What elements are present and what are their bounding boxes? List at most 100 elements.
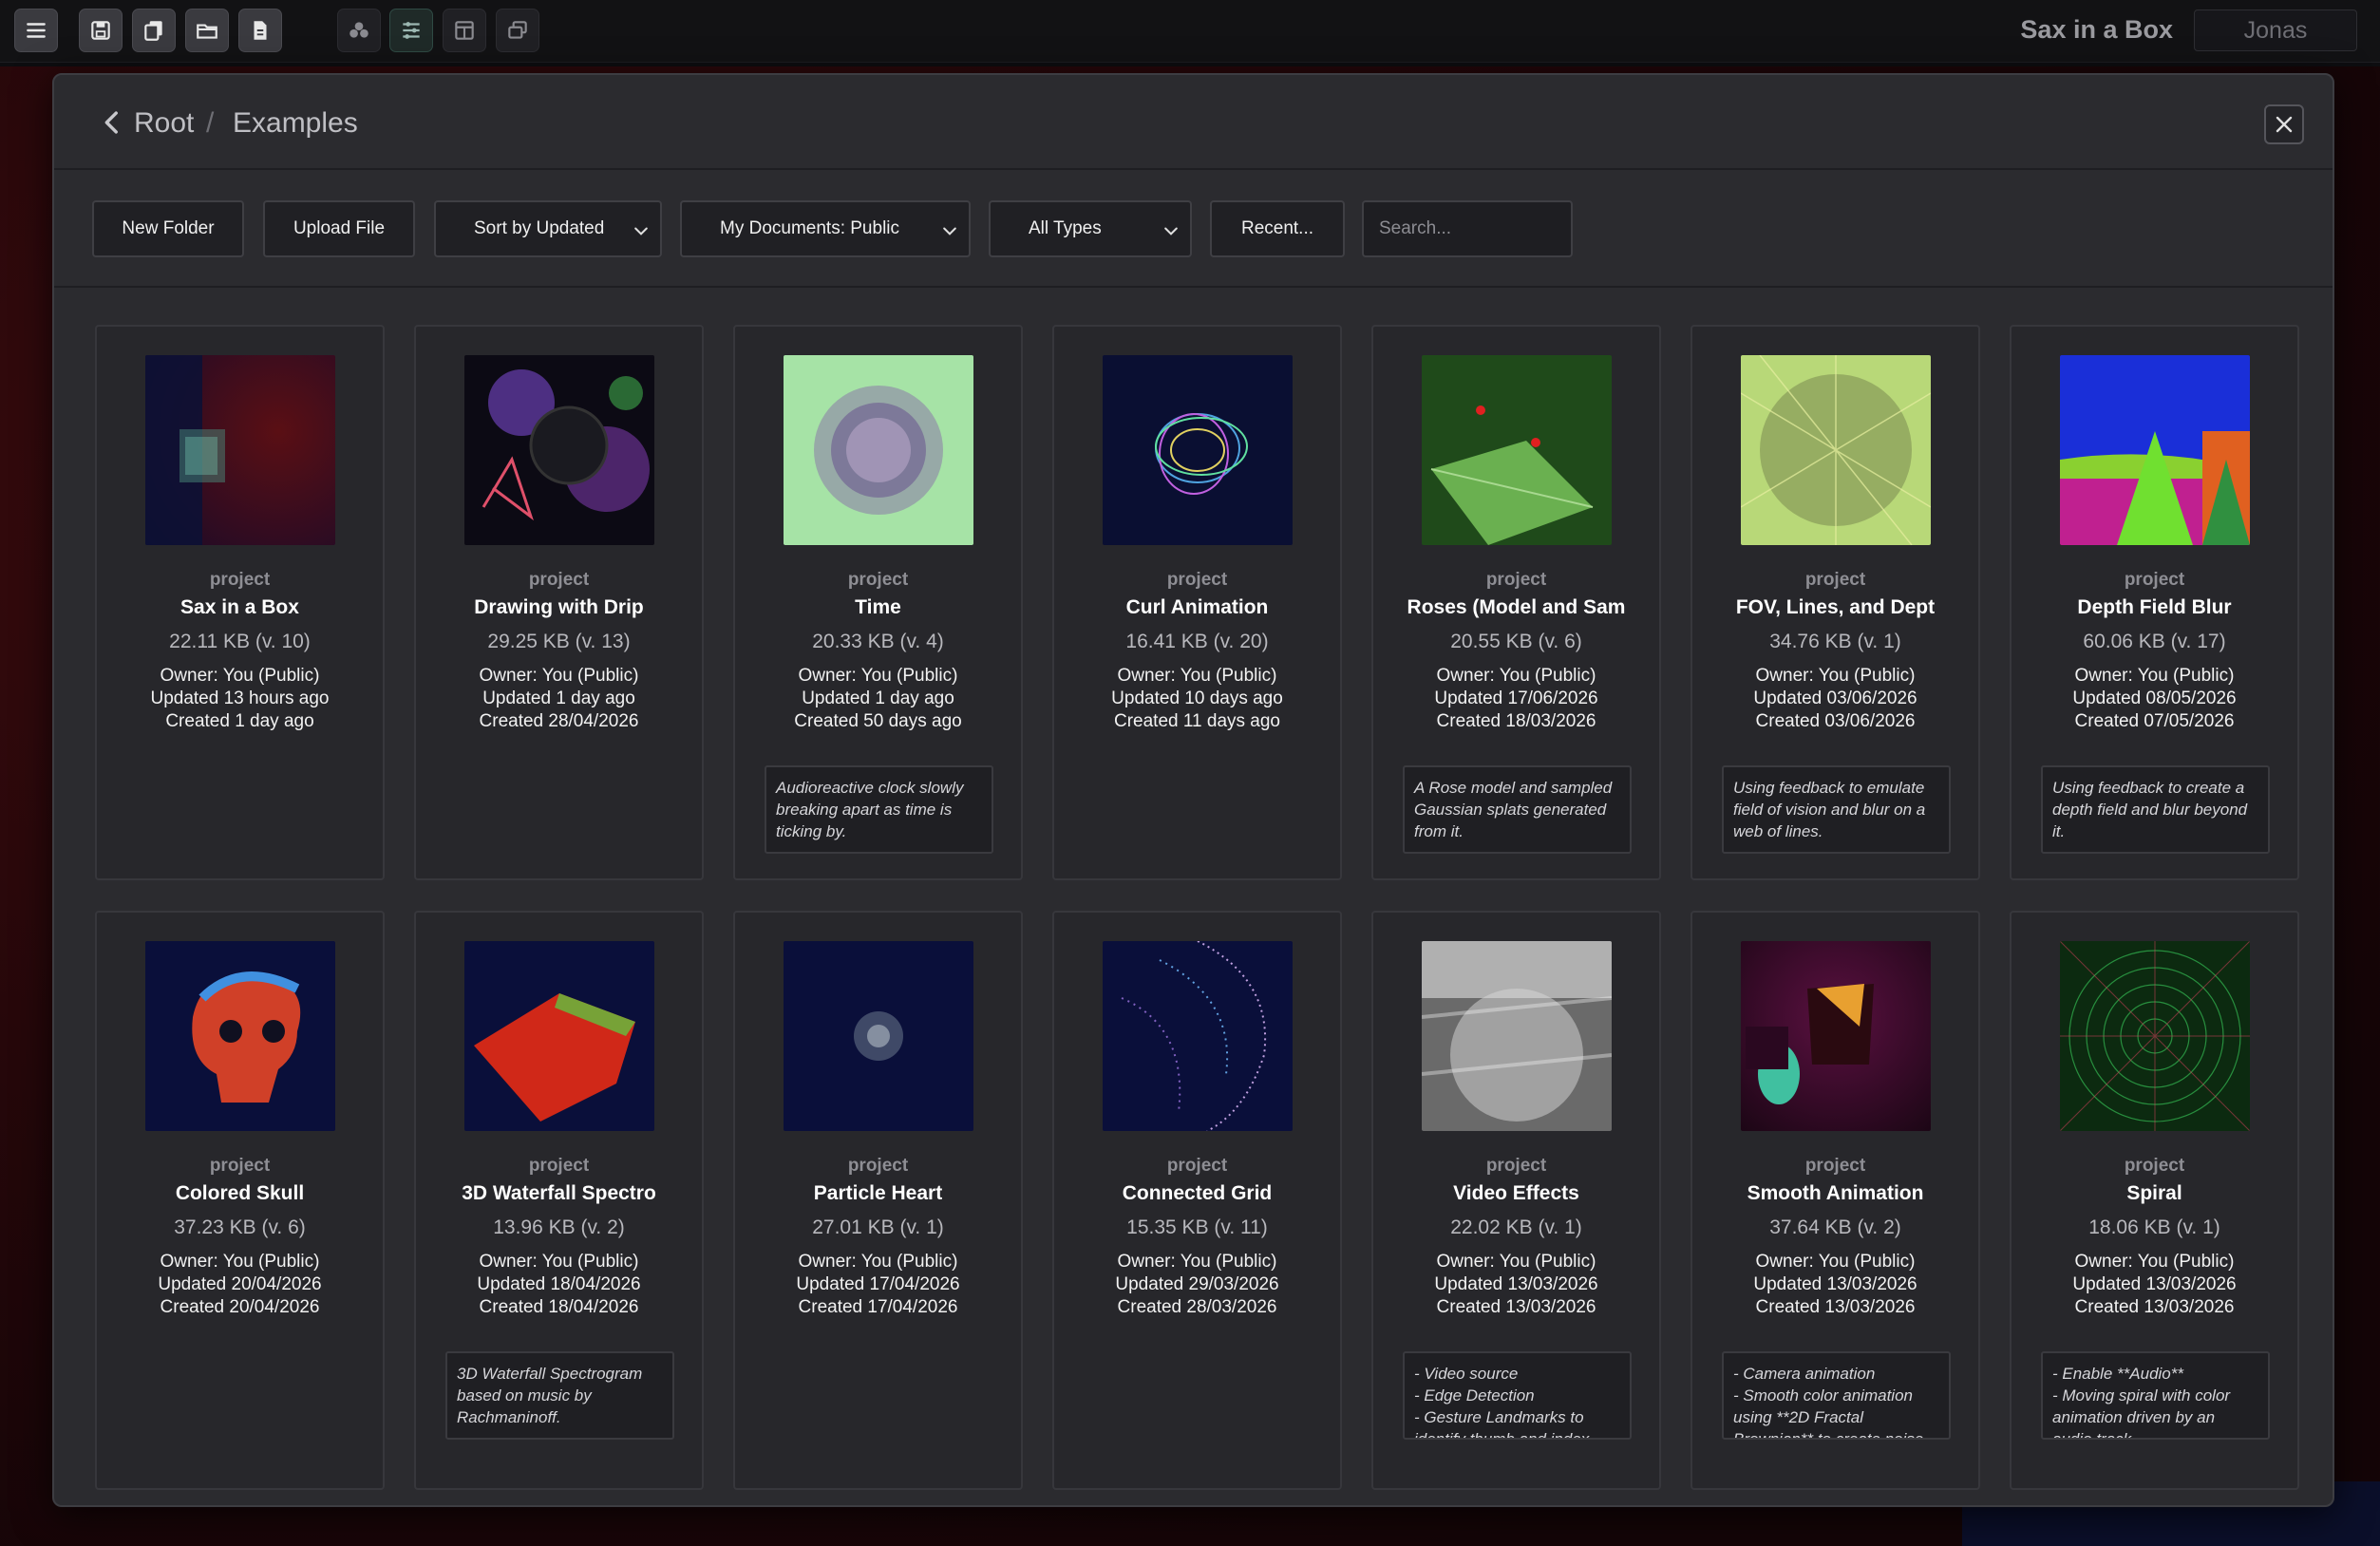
- project-type: project: [1485, 570, 1547, 590]
- document-icon[interactable]: [238, 9, 282, 52]
- project-created: Created 18/04/2026: [479, 1297, 639, 1317]
- project-updated: Updated 29/03/2026: [1115, 1274, 1279, 1294]
- app-title: Sax in a Box: [2020, 15, 2173, 44]
- project-card-11[interactable]: project Connected Grid 15.35 KB (v. 11) …: [1052, 911, 1342, 1490]
- project-size: 22.11 KB (v. 10): [169, 631, 311, 652]
- project-type: project: [2124, 1156, 2185, 1176]
- project-card-6[interactable]: project FOV, Lines, and Dept 34.76 KB (v…: [1691, 325, 1980, 880]
- type-select-label: All Types: [1029, 218, 1102, 238]
- project-thumbnail[interactable]: [1422, 941, 1612, 1131]
- project-name: Roses (Model and Sam: [1407, 596, 1626, 618]
- project-size: 60.06 KB (v. 17): [2083, 631, 2226, 652]
- project-owner: Owner: You (Public): [479, 666, 639, 686]
- chevron-down-icon: [634, 227, 648, 236]
- top-toolbar: Sax in a Box Jonas: [0, 0, 2380, 63]
- chevron-left-icon[interactable]: [96, 106, 128, 139]
- project-name: Connected Grid: [1122, 1182, 1273, 1204]
- project-thumbnail[interactable]: [784, 941, 973, 1131]
- scope-select[interactable]: My Documents: Public: [680, 200, 971, 257]
- user-name[interactable]: Jonas: [2194, 9, 2357, 51]
- project-thumbnail[interactable]: [1741, 941, 1931, 1131]
- project-size: 37.64 KB (v. 2): [1769, 1216, 1901, 1238]
- project-created: Created 03/06/2026: [1755, 711, 1916, 731]
- project-owner: Owner: You (Public): [1755, 666, 1916, 686]
- project-meta: Owner: You (Public) Updated 29/03/2026 C…: [1054, 1251, 1340, 1319]
- project-created: Created 11 days ago: [1114, 711, 1280, 731]
- project-type: project: [528, 570, 590, 590]
- project-size: 27.01 KB (v. 1): [812, 1216, 944, 1238]
- project-type: project: [2124, 570, 2185, 590]
- project-updated: Updated 13 hours ago: [150, 688, 330, 708]
- copy-icon[interactable]: [132, 9, 176, 52]
- folder-open-icon[interactable]: [185, 9, 229, 52]
- project-type: project: [847, 570, 909, 590]
- windows-icon[interactable]: [496, 9, 539, 52]
- project-card-12[interactable]: project Video Effects 22.02 KB (v. 1) Ow…: [1371, 911, 1661, 1490]
- project-thumbnail[interactable]: [1422, 355, 1612, 545]
- project-thumbnail[interactable]: [145, 355, 335, 545]
- project-card-5[interactable]: project Roses (Model and Sam 20.55 KB (v…: [1371, 325, 1661, 880]
- project-card-7[interactable]: project Depth Field Blur 60.06 KB (v. 17…: [2010, 325, 2299, 880]
- project-thumbnail[interactable]: [2060, 941, 2250, 1131]
- project-card-1[interactable]: project Sax in a Box 22.11 KB (v. 10) Ow…: [95, 325, 385, 880]
- project-updated: Updated 1 day ago: [802, 688, 954, 708]
- project-type: project: [209, 570, 271, 590]
- project-updated: Updated 13/03/2026: [1434, 1274, 1598, 1294]
- type-select[interactable]: All Types: [989, 200, 1192, 257]
- project-owner: Owner: You (Public): [798, 666, 958, 686]
- project-thumbnail[interactable]: [784, 355, 973, 545]
- project-card-2[interactable]: project Drawing with Drip 29.25 KB (v. 1…: [414, 325, 704, 880]
- project-owner: Owner: You (Public): [1436, 1252, 1596, 1272]
- project-card-13[interactable]: project Smooth Animation 37.64 KB (v. 2)…: [1691, 911, 1980, 1490]
- search-input[interactable]: [1362, 200, 1573, 257]
- project-card-4[interactable]: project Curl Animation 16.41 KB (v. 20) …: [1052, 325, 1342, 880]
- save-icon[interactable]: [79, 9, 123, 52]
- project-card-8[interactable]: project Colored Skull 37.23 KB (v. 6) Ow…: [95, 911, 385, 1490]
- sliders-icon[interactable]: [389, 9, 433, 52]
- project-card-9[interactable]: project 3D Waterfall Spectro 13.96 KB (v…: [414, 911, 704, 1490]
- recent-button[interactable]: Recent...: [1210, 200, 1345, 257]
- project-name: Particle Heart: [813, 1182, 943, 1204]
- project-owner: Owner: You (Public): [1436, 666, 1596, 686]
- project-thumbnail[interactable]: [2060, 355, 2250, 545]
- project-thumbnail[interactable]: [1741, 355, 1931, 545]
- project-meta: Owner: You (Public) Updated 13/03/2026 C…: [1692, 1251, 1978, 1319]
- project-meta: Owner: You (Public) Updated 08/05/2026 C…: [2012, 665, 2297, 733]
- shapes-icon[interactable]: [337, 9, 381, 52]
- new-folder-button[interactable]: New Folder: [92, 200, 244, 257]
- project-thumbnail[interactable]: [464, 941, 654, 1131]
- project-card-10[interactable]: project Particle Heart 27.01 KB (v. 1) O…: [733, 911, 1023, 1490]
- close-button[interactable]: [2264, 104, 2304, 144]
- chevron-down-icon: [1164, 227, 1178, 236]
- project-size: 18.06 KB (v. 1): [2088, 1216, 2220, 1238]
- project-description: - Camera animation - Smooth color animat…: [1722, 1351, 1951, 1440]
- project-created: Created 07/05/2026: [2074, 711, 2235, 731]
- project-size: 20.33 KB (v. 4): [812, 631, 944, 652]
- layout-icon[interactable]: [443, 9, 486, 52]
- project-meta: Owner: You (Public) Updated 03/06/2026 C…: [1692, 665, 1978, 733]
- upload-file-button[interactable]: Upload File: [263, 200, 415, 257]
- project-description: Using feedback to create a depth field a…: [2041, 765, 2270, 854]
- breadcrumb-root[interactable]: Root: [134, 107, 194, 140]
- project-owner: Owner: You (Public): [160, 1252, 320, 1272]
- project-thumbnail[interactable]: [464, 355, 654, 545]
- project-updated: Updated 13/03/2026: [2072, 1274, 2237, 1294]
- project-size: 15.35 KB (v. 11): [1126, 1216, 1268, 1238]
- menu-icon[interactable]: [14, 9, 58, 52]
- project-name: Time: [855, 596, 901, 618]
- project-name: Smooth Animation: [1747, 1182, 1924, 1204]
- project-size: 37.23 KB (v. 6): [174, 1216, 306, 1238]
- dialog-header: Root / Examples: [54, 75, 2333, 170]
- project-created: Created 20/04/2026: [160, 1297, 320, 1317]
- project-thumbnail[interactable]: [1103, 941, 1293, 1131]
- project-card-3[interactable]: project Time 20.33 KB (v. 4) Owner: You …: [733, 325, 1023, 880]
- project-thumbnail[interactable]: [145, 941, 335, 1131]
- project-updated: Updated 10 days ago: [1111, 688, 1283, 708]
- project-card-14[interactable]: project Spiral 18.06 KB (v. 1) Owner: Yo…: [2010, 911, 2299, 1490]
- project-meta: Owner: You (Public) Updated 1 day ago Cr…: [416, 665, 702, 733]
- project-thumbnail[interactable]: [1103, 355, 1293, 545]
- project-type: project: [1485, 1156, 1547, 1176]
- project-created: Created 28/03/2026: [1117, 1297, 1277, 1317]
- project-description: 3D Waterfall Spectrogram based on music …: [445, 1351, 674, 1440]
- sort-select[interactable]: Sort by Updated: [434, 200, 662, 257]
